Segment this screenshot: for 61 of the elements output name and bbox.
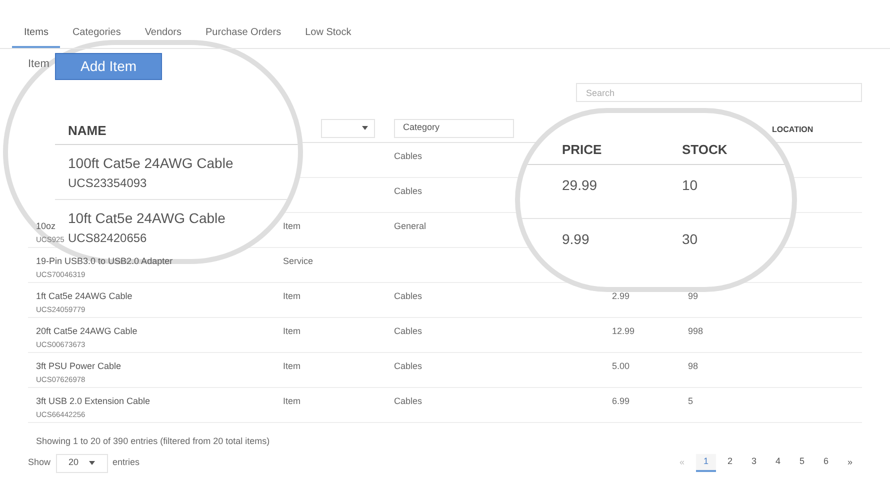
item-name: 3ft PSU Power Cable	[36, 360, 122, 373]
table-cell: Cables	[394, 326, 422, 336]
table-cell: General	[394, 221, 426, 231]
table-cell: 2.99	[612, 291, 630, 301]
type-dropdown[interactable]	[321, 118, 375, 138]
item-name: 10oz	[36, 220, 56, 233]
caret-icon	[88, 461, 95, 465]
table-cell: Cables	[394, 291, 422, 301]
table-cell: 998	[688, 326, 704, 336]
page-button[interactable]: 3	[744, 454, 764, 472]
item-name: 1ft Cat5e 24AWG Cable	[36, 290, 132, 303]
table-cell: 6.99	[612, 396, 630, 406]
table-cell: Cables	[394, 361, 422, 371]
last-page-button[interactable]: »	[840, 454, 860, 472]
table-cell: Cables	[394, 186, 422, 196]
table-cell: Cables	[394, 396, 422, 406]
price-cell-text: 9.99	[562, 230, 590, 249]
item-name: 20ft Cat5e 24AWG Cable	[36, 325, 138, 338]
column-header: PRICE	[562, 140, 603, 159]
page-button[interactable]: 6	[816, 454, 836, 472]
table-cell: Item	[283, 361, 301, 371]
table-cell: 98	[688, 361, 698, 371]
tab[interactable]: Purchase Orders	[194, 25, 294, 48]
stock-cell-text: 30	[682, 230, 698, 249]
search-field[interactable]: Search	[576, 83, 862, 102]
table-cell: Item	[283, 221, 301, 231]
page-button[interactable]: 5	[792, 454, 812, 472]
caret-icon	[362, 126, 368, 130]
table-cell: Item	[283, 326, 301, 336]
table-cell: Item	[283, 291, 301, 301]
stock-cell-text: 10	[682, 176, 698, 195]
entries-summary: Showing 1 to 20 of 390 entries (filtered from 20 total items)	[36, 436, 270, 446]
page-button[interactable]: 2	[720, 454, 740, 472]
tab[interactable]: Vendors	[132, 25, 194, 48]
tab[interactable]: Low Stock	[293, 25, 364, 48]
page-button[interactable]: 4	[768, 454, 788, 472]
page-button[interactable]: 1	[696, 454, 716, 472]
tab[interactable]: Categories	[60, 25, 133, 48]
item-name: 3ft USB 2.0 Extension Cable	[36, 395, 150, 408]
tab[interactable]: Items	[12, 25, 60, 48]
table-cell: 5	[688, 396, 694, 406]
section-label: Item	[28, 57, 50, 69]
column-header: LOCATION	[772, 124, 814, 136]
item-name: 19-Pin USB3.0 to USB2.0 Adapter	[36, 255, 173, 268]
table-cell: 99	[688, 291, 698, 301]
price-cell-text: 29.99	[562, 176, 598, 195]
table-cell: Cables	[394, 151, 422, 161]
table-cell: 12.99	[612, 326, 635, 336]
category-dropdown[interactable]: Category	[394, 118, 514, 138]
table-cell: 5.00	[612, 361, 630, 371]
show-label: Show	[28, 456, 51, 470]
item-sku: UCS23354093	[68, 175, 147, 192]
item-name: 10ft Cat5e 24AWG Cable	[68, 209, 226, 228]
table-cell: Service	[283, 256, 314, 266]
table-cell: Item	[283, 396, 301, 406]
item-name: 100ft Cat5e 24AWG Cable	[68, 154, 234, 173]
column-header: STOCK	[682, 140, 728, 159]
page-size-select[interactable]: 20	[56, 454, 108, 472]
item-sku: UCS82420656	[68, 230, 147, 247]
entries-label: entries	[112, 456, 140, 470]
column-header: NAME	[68, 122, 106, 140]
